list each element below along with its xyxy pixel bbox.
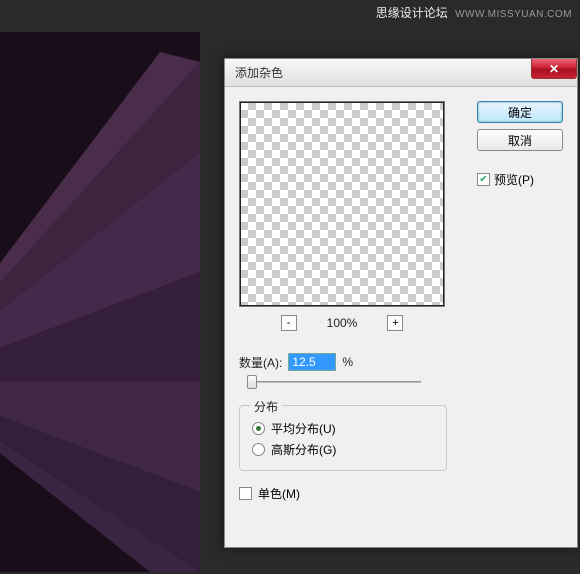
zoom-controls: - 100% + — [281, 315, 404, 331]
watermark-cn: 思缘设计论坛 — [376, 6, 448, 20]
ok-button[interactable]: 确定 — [477, 101, 563, 123]
watermark-url: WWW.MISSYUAN.COM — [455, 9, 572, 20]
preview-checkbox[interactable]: ✔ — [477, 173, 490, 186]
preview-label: 预览(P) — [494, 171, 534, 188]
zoom-percent: 100% — [327, 316, 358, 330]
dialog-body: 确定 取消 ✔ 预览(P) - 100% + 数量(A): % 分布 — [225, 87, 577, 512]
titlebar[interactable]: 添加杂色 ✕ — [225, 59, 577, 87]
artwork-fan — [0, 52, 200, 572]
dist-uniform-label: 平均分布(U) — [271, 420, 336, 437]
amount-slider[interactable] — [239, 377, 421, 387]
distribution-legend: 分布 — [250, 398, 282, 415]
zoom-in-button[interactable]: + — [387, 315, 403, 331]
dist-gaussian-row[interactable]: 高斯分布(G) — [252, 441, 434, 458]
amount-row: 数量(A): % — [239, 353, 563, 371]
amount-suffix: % — [342, 355, 353, 369]
slider-track — [247, 381, 421, 383]
preview-toggle-row: ✔ 预览(P) — [477, 171, 563, 188]
mono-row[interactable]: 单色(M) — [239, 485, 563, 502]
dist-gaussian-label: 高斯分布(G) — [271, 441, 336, 458]
dialog-title: 添加杂色 — [235, 64, 283, 81]
dist-gaussian-radio[interactable] — [252, 443, 265, 456]
close-icon: ✕ — [549, 62, 559, 76]
mono-label: 单色(M) — [258, 485, 300, 502]
canvas-artwork — [0, 32, 200, 572]
cancel-button[interactable]: 取消 — [477, 129, 563, 151]
close-button[interactable]: ✕ — [531, 59, 577, 79]
slider-thumb[interactable] — [247, 375, 257, 389]
dialog-side-buttons: 确定 取消 ✔ 预览(P) — [477, 101, 563, 188]
watermark: 思缘设计论坛 WWW.MISSYUAN.COM — [376, 4, 572, 21]
add-noise-dialog: 添加杂色 ✕ 确定 取消 ✔ 预览(P) - 100% + 数量(A): % — [224, 58, 578, 548]
zoom-out-button[interactable]: - — [281, 315, 297, 331]
dist-uniform-radio[interactable] — [252, 422, 265, 435]
amount-label: 数量(A): — [239, 354, 282, 371]
amount-input[interactable] — [288, 353, 336, 371]
preview-area: - 100% + — [239, 101, 445, 331]
mono-checkbox[interactable] — [239, 487, 252, 500]
dist-uniform-row[interactable]: 平均分布(U) — [252, 420, 434, 437]
preview-canvas[interactable] — [239, 101, 445, 307]
distribution-fieldset: 分布 平均分布(U) 高斯分布(G) — [239, 405, 447, 471]
